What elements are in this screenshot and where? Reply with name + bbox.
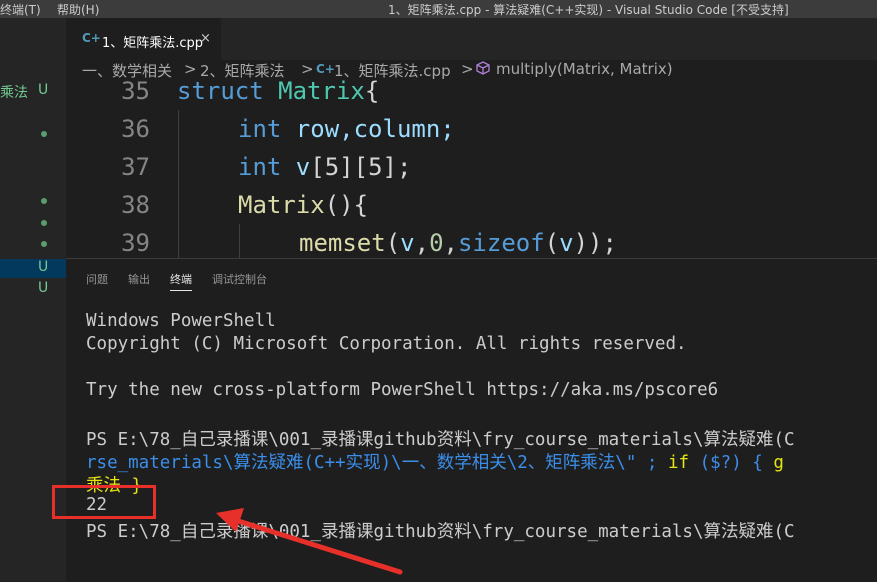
explorer-item-active[interactable]: 乘法 U	[0, 82, 66, 101]
modified-dot-icon	[41, 241, 47, 247]
line-number: 37	[121, 153, 150, 181]
indent-guide	[178, 110, 179, 258]
close-icon[interactable]: ×	[200, 31, 211, 46]
breadcrumb-separator: >	[461, 60, 474, 78]
terminal-line: PS E:\78_自己录播课\001_录播课github资料\fry_cours…	[86, 430, 795, 450]
editor-tab-bar: C+ 1、矩阵乘法.cpp ×	[66, 18, 877, 60]
terminal-line: PS E:\78_自己录播课\001_录播课github资料\fry_cours…	[86, 522, 795, 542]
code-line: int v[5][5];	[238, 153, 412, 181]
line-number: 39	[121, 229, 150, 257]
code-editor[interactable]: 35 36 37 38 39 struct Matrix{ int row,co…	[66, 80, 877, 258]
explorer-item-status: U	[38, 82, 49, 98]
breadcrumb-separator: >	[301, 60, 314, 78]
explorer-item-selected[interactable]: U	[0, 259, 66, 278]
tab-terminal[interactable]: 终端	[170, 271, 192, 291]
breadcrumb-folder-1[interactable]: 一、数学相关	[82, 60, 172, 81]
breadcrumb-folder-2[interactable]: 2、矩阵乘法	[200, 60, 285, 81]
terminal-line: rse_materials\算法疑难(C++实现)\一、数学相关\2、矩阵乘法\…	[86, 453, 784, 473]
untracked-status: U	[38, 280, 49, 296]
modified-dot-icon	[41, 131, 47, 137]
line-number: 36	[121, 115, 150, 143]
modified-dot-icon	[41, 198, 47, 204]
annotation-highlight-box	[52, 485, 156, 519]
cpp-file-icon: C+	[82, 31, 101, 45]
line-number: 38	[121, 191, 150, 219]
tab-problems[interactable]: 问题	[86, 271, 108, 287]
breadcrumb: 一、数学相关 > 2、矩阵乘法 > C+ 1、矩阵乘法.cpp > multip…	[66, 60, 877, 80]
code-line: int row,column;	[238, 115, 455, 143]
explorer-item-label: 乘法	[0, 85, 28, 101]
bottom-panel: 问题 输出 终端 调试控制台 Windows PowerShell Copyri…	[66, 258, 877, 582]
modified-dot-icon	[41, 220, 47, 226]
window-title: 1、矩阵乘法.cpp - 算法疑难(C++实现) - Visual Studio…	[388, 3, 789, 17]
breadcrumb-separator: >	[184, 60, 197, 78]
tab-label: 1、矩阵乘法.cpp	[102, 36, 204, 51]
breadcrumb-symbol[interactable]: multiply(Matrix, Matrix)	[496, 60, 673, 78]
tab-output[interactable]: 输出	[128, 271, 150, 287]
code-line: struct Matrix{	[177, 80, 380, 105]
tab-matrix-cpp[interactable]: C+ 1、矩阵乘法.cpp ×	[66, 18, 221, 60]
line-number: 35	[121, 80, 150, 105]
terminal-line: Try the new cross-platform PowerShell ht…	[86, 380, 719, 400]
indent-guide	[239, 224, 240, 258]
tab-debug-console[interactable]: 调试控制台	[212, 271, 267, 287]
code-line: memset(v,0,sizeof(v));	[299, 229, 617, 257]
terminal-line: Windows PowerShell	[86, 311, 276, 331]
breadcrumb-file[interactable]: 1、矩阵乘法.cpp	[334, 60, 451, 81]
terminal-line: Copyright (C) Microsoft Corporation. All…	[86, 334, 687, 354]
cpp-file-icon: C+	[316, 62, 335, 76]
code-line: Matrix(){	[238, 191, 369, 219]
method-cube-icon	[476, 61, 490, 79]
title-bar: 终端(T) 帮助(H) 1、矩阵乘法.cpp - 算法疑难(C++实现) - V…	[0, 0, 877, 18]
untracked-status: U	[38, 259, 49, 275]
